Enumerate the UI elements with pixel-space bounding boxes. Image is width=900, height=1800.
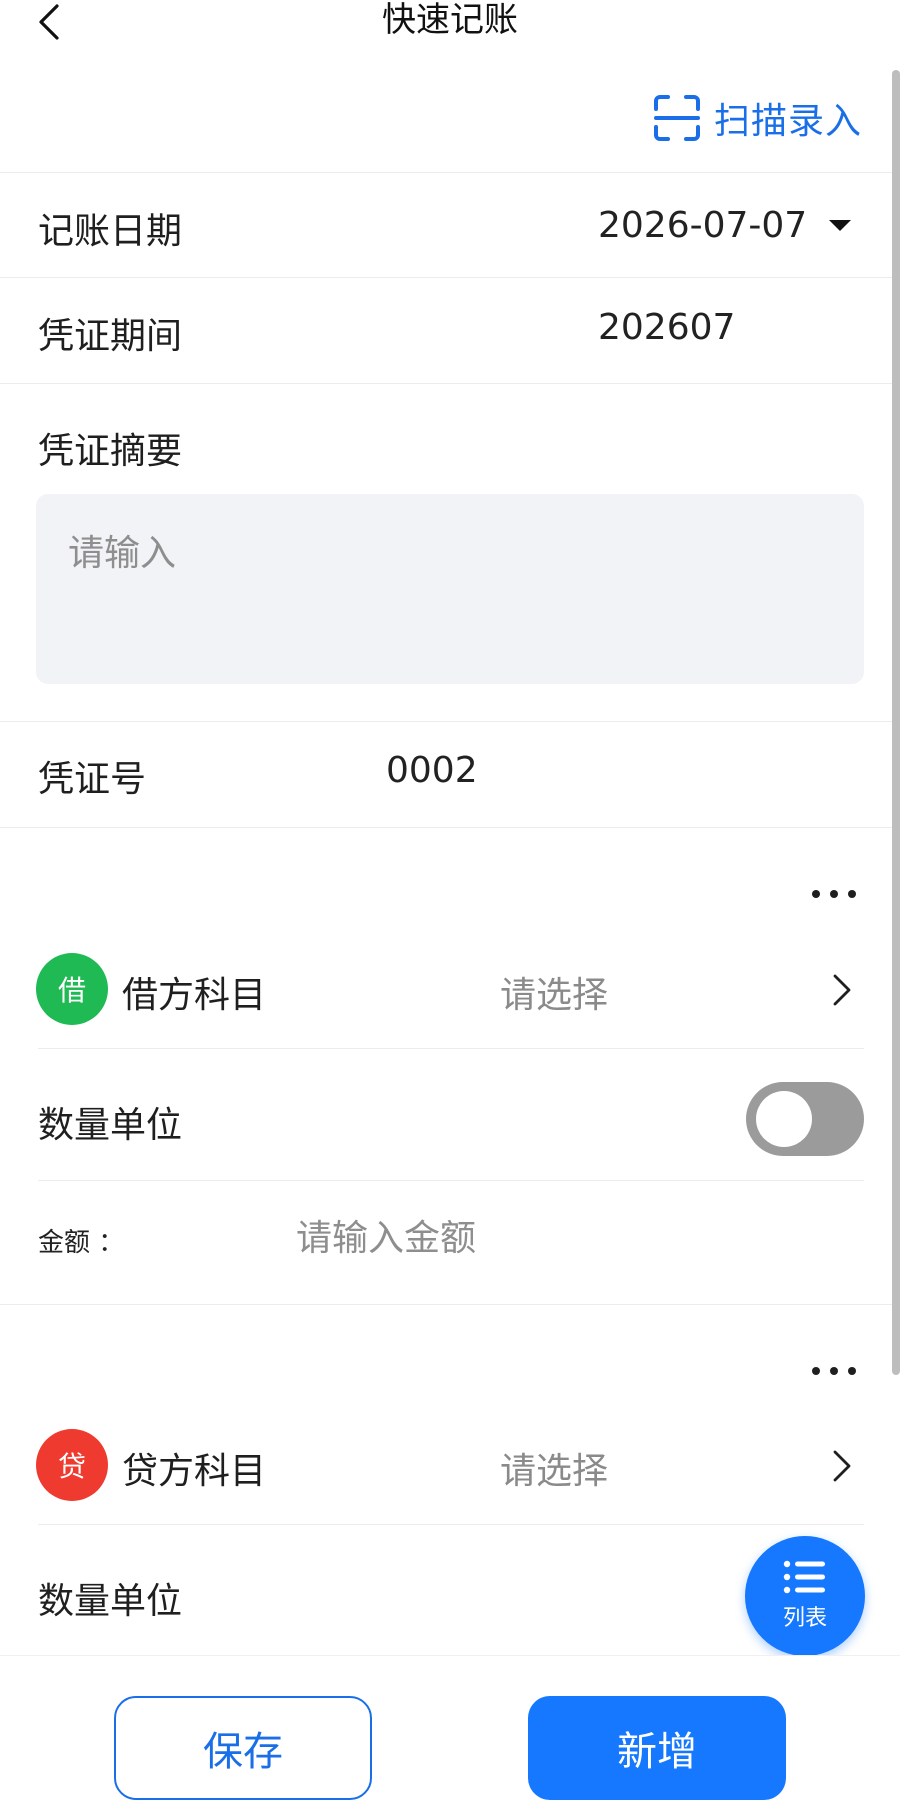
date-label: 记账日期 xyxy=(38,211,183,252)
voucher-no-value: 0002 xyxy=(386,750,478,791)
add-button[interactable]: 新增 xyxy=(528,1696,786,1800)
divider xyxy=(0,172,900,173)
debit-quantity-label: 数量单位 xyxy=(38,1105,183,1146)
divider xyxy=(38,1048,864,1049)
debit-quantity-toggle[interactable] xyxy=(746,1082,864,1156)
date-value: 2026-07-07 xyxy=(598,204,808,246)
credit-chevron-right-icon[interactable] xyxy=(828,1446,856,1486)
scan-entry-label: 扫描录入 xyxy=(713,101,862,142)
divider xyxy=(38,1524,864,1525)
more-dot-icon xyxy=(848,890,856,898)
more-dot-icon xyxy=(830,1367,838,1375)
divider xyxy=(0,1304,900,1305)
debit-subject-select[interactable]: 请选择 xyxy=(500,966,608,1018)
more-dot-icon xyxy=(812,890,820,898)
credit-more-button[interactable] xyxy=(812,1361,856,1381)
credit-subject-select[interactable]: 请选择 xyxy=(500,1442,608,1494)
debit-more-button[interactable] xyxy=(812,884,856,904)
debit-badge: 借 xyxy=(36,953,108,1025)
scan-icon xyxy=(653,95,700,141)
scrollbar[interactable] xyxy=(892,70,900,1375)
divider xyxy=(0,827,900,828)
credit-badge: 贷 xyxy=(36,1429,108,1501)
debit-subject-title: 借方科目 xyxy=(122,975,267,1016)
period-label: 凭证期间 xyxy=(38,316,183,357)
list-fab-label: 列表 xyxy=(782,1606,827,1631)
toggle-knob xyxy=(756,1091,812,1147)
period-value: 202607 xyxy=(598,307,736,348)
save-button[interactable]: 保存 xyxy=(114,1696,372,1800)
divider xyxy=(0,277,900,278)
page-title: 快速记账 xyxy=(382,0,518,40)
caret-down-icon xyxy=(829,219,852,231)
summary-label: 凭证摘要 xyxy=(38,431,183,472)
list-icon xyxy=(783,1560,825,1594)
header-bar: 快速记账 xyxy=(0,0,900,60)
divider xyxy=(0,383,900,384)
credit-quantity-label: 数量单位 xyxy=(38,1581,183,1622)
more-dot-icon xyxy=(812,1367,820,1375)
credit-subject-title: 贷方科目 xyxy=(122,1451,267,1492)
more-dot-icon xyxy=(848,1367,856,1375)
divider xyxy=(0,721,900,722)
list-fab-button[interactable]: 列表 xyxy=(745,1536,865,1656)
debit-chevron-right-icon[interactable] xyxy=(828,970,856,1010)
date-picker[interactable]: 2026-07-07 xyxy=(598,197,852,253)
debit-amount-input[interactable] xyxy=(296,1210,816,1266)
divider xyxy=(38,1180,864,1181)
more-dot-icon xyxy=(830,890,838,898)
summary-input[interactable] xyxy=(36,494,864,684)
voucher-no-label: 凭证号 xyxy=(38,759,147,800)
scan-entry-button[interactable]: 扫描录入 xyxy=(652,92,862,144)
bottom-action-bar: 保存 新增 xyxy=(0,1655,900,1800)
debit-amount-label: 金额 ： xyxy=(38,1228,125,1258)
